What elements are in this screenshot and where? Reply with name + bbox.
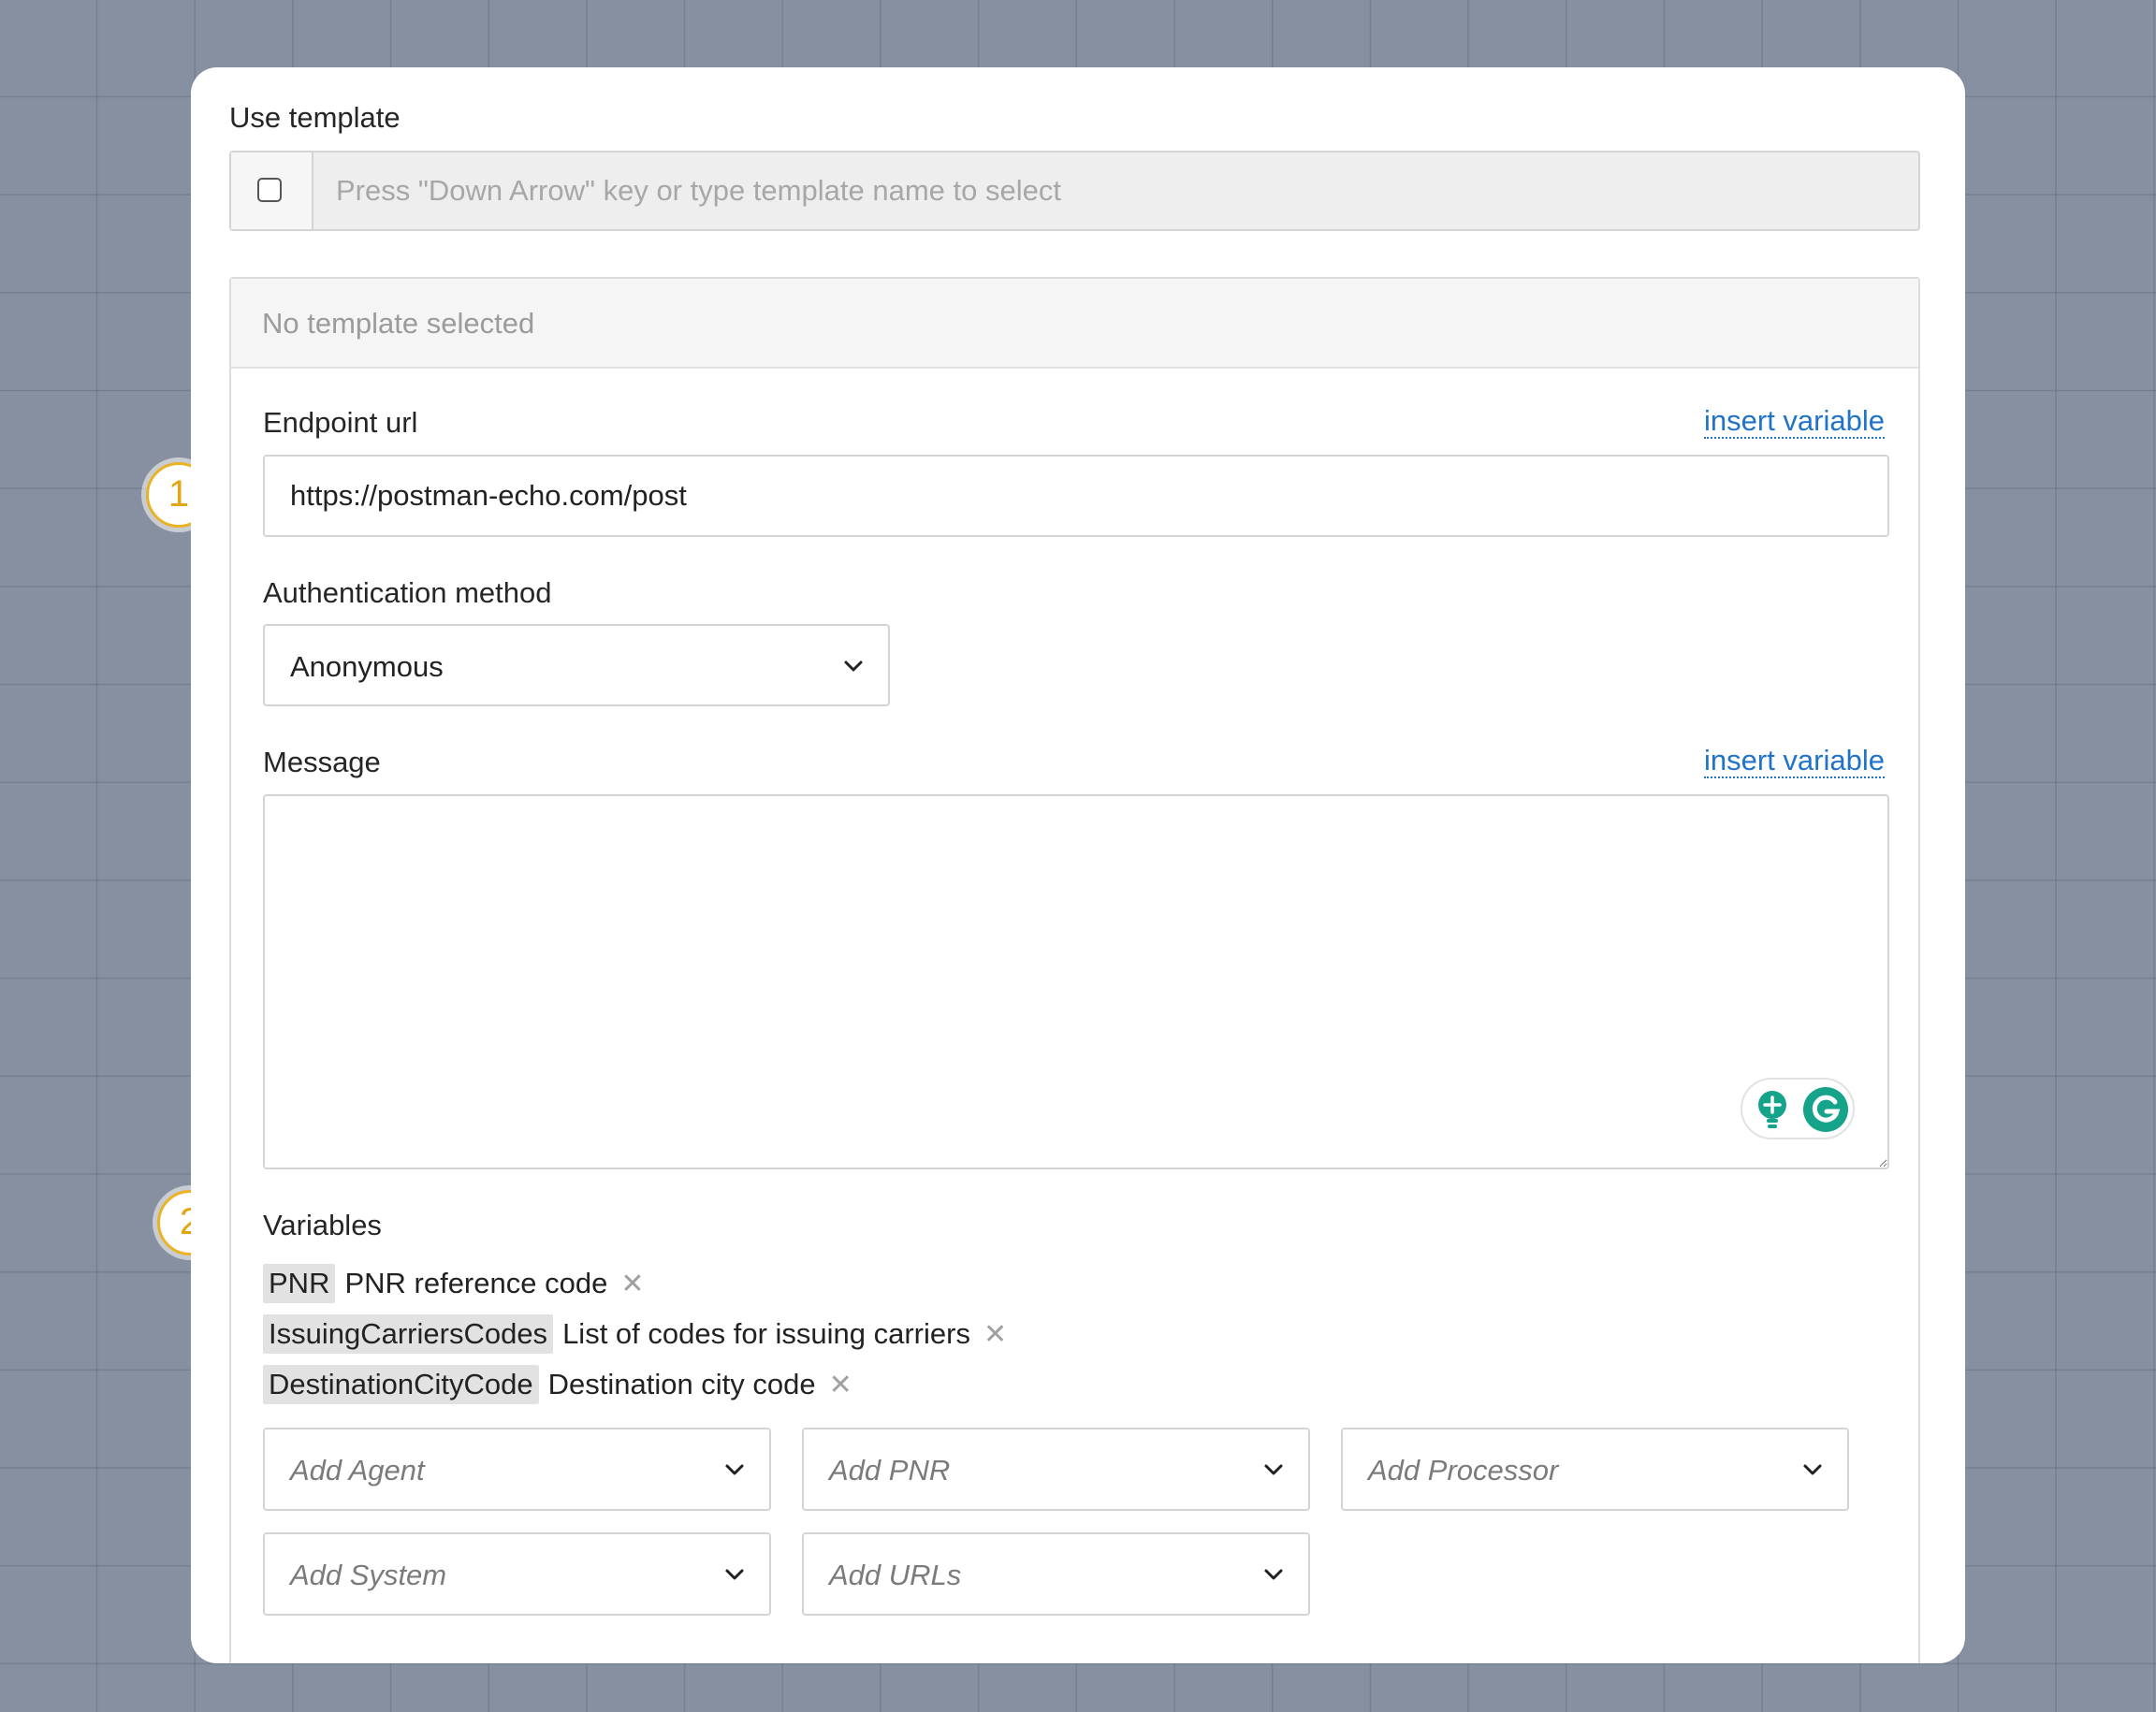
add-urls-placeholder: Add URLs bbox=[829, 1559, 962, 1591]
chevron-down-icon bbox=[1264, 1569, 1283, 1580]
lightbulb-icon bbox=[1758, 1091, 1786, 1128]
add-agent-select[interactable]: Add Agent bbox=[263, 1428, 771, 1511]
endpoint-insert-variable-link[interactable]: insert variable bbox=[1704, 405, 1885, 439]
variable-item: DestinationCityCode Destination city cod… bbox=[263, 1363, 852, 1406]
add-pnr-placeholder: Add PNR bbox=[829, 1454, 951, 1487]
variables-label: Variables bbox=[263, 1209, 382, 1241]
message-textarea[interactable] bbox=[263, 794, 1889, 1169]
template-selector bbox=[229, 151, 1920, 231]
message-insert-variable-link[interactable]: insert variable bbox=[1704, 745, 1885, 778]
add-system-placeholder: Add System bbox=[290, 1559, 447, 1591]
chevron-down-icon bbox=[1803, 1464, 1822, 1475]
auth-method-label: Authentication method bbox=[263, 576, 552, 609]
remove-variable-icon[interactable]: ✕ bbox=[983, 1318, 1007, 1351]
add-pnr-select[interactable]: Add PNR bbox=[802, 1428, 1310, 1511]
endpoint-url-field[interactable] bbox=[263, 455, 1889, 537]
variable-key: IssuingCarriersCodes bbox=[263, 1314, 554, 1354]
chevron-down-icon bbox=[725, 1464, 744, 1475]
remove-variable-icon[interactable]: ✕ bbox=[829, 1369, 852, 1401]
use-template-label: Use template bbox=[229, 101, 401, 134]
template-status-header: No template selected bbox=[231, 279, 1918, 369]
variable-description: PNR reference code bbox=[344, 1267, 608, 1299]
template-checkbox-cell bbox=[231, 152, 313, 229]
add-system-select[interactable]: Add System bbox=[263, 1532, 771, 1616]
add-processor-select[interactable]: Add Processor bbox=[1341, 1428, 1849, 1511]
template-status-text: No template selected bbox=[262, 307, 535, 340]
variable-description: List of codes for issuing carriers bbox=[562, 1317, 970, 1350]
endpoint-url-label: Endpoint url bbox=[263, 406, 418, 439]
variable-description: Destination city code bbox=[547, 1368, 816, 1400]
auth-method-select[interactable]: Anonymous bbox=[263, 624, 890, 706]
variable-item: PNR PNR reference code ✕ bbox=[263, 1262, 644, 1305]
add-processor-placeholder: Add Processor bbox=[1368, 1454, 1559, 1487]
add-agent-placeholder: Add Agent bbox=[290, 1454, 425, 1487]
variable-key: PNR bbox=[263, 1264, 336, 1303]
grammarly-widget[interactable] bbox=[1741, 1078, 1855, 1139]
remove-variable-icon[interactable]: ✕ bbox=[620, 1268, 644, 1300]
chevron-down-icon bbox=[1264, 1464, 1283, 1475]
auth-method-value: Anonymous bbox=[290, 650, 444, 683]
template-search-input[interactable] bbox=[312, 152, 1918, 229]
chevron-down-icon bbox=[844, 660, 863, 672]
add-urls-select[interactable]: Add URLs bbox=[802, 1532, 1310, 1616]
grammarly-g-icon bbox=[1803, 1087, 1848, 1132]
chevron-down-icon bbox=[725, 1569, 744, 1580]
variable-key: DestinationCityCode bbox=[263, 1365, 539, 1404]
endpoint-url-input[interactable] bbox=[265, 457, 1887, 535]
variable-item: IssuingCarriersCodes List of codes for i… bbox=[263, 1313, 1007, 1356]
message-textarea-wrapper bbox=[263, 794, 1889, 1169]
message-label: Message bbox=[263, 746, 381, 778]
use-template-checkbox[interactable] bbox=[257, 178, 282, 202]
